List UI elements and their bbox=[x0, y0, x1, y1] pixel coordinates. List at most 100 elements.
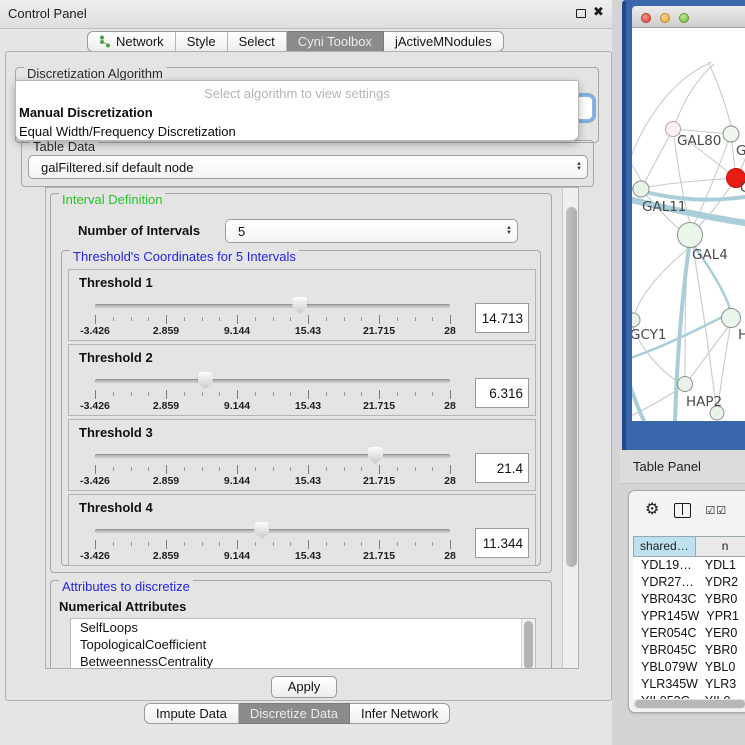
slider-track[interactable] bbox=[95, 454, 450, 458]
tab-cyni-toolbox[interactable]: Cyni Toolbox bbox=[287, 31, 384, 52]
scale-tick-label: 2.859 bbox=[153, 325, 179, 337]
network-node-label: GAL11 bbox=[642, 199, 686, 215]
apply-button[interactable]: Apply bbox=[271, 676, 337, 698]
slider-scale-labels: -3.4262.8599.14415.4321.71528 bbox=[95, 400, 450, 412]
threshold-slider[interactable]: -3.4262.8599.14415.4321.71528 bbox=[69, 521, 469, 565]
threshold-value-input[interactable] bbox=[475, 303, 529, 333]
network-canvas[interactable]: GAL80GACGAL11GAL4GCY1HHAP2 bbox=[632, 28, 745, 421]
threshold-panel: Threshold 3 -3.4262.8599.14415.4321.7152… bbox=[68, 419, 536, 491]
threshold-label: Threshold 1 bbox=[79, 275, 153, 290]
threshold-value-input[interactable] bbox=[475, 453, 529, 483]
slider-thumb[interactable] bbox=[292, 297, 307, 314]
close-icon[interactable]: ✖ bbox=[593, 4, 604, 20]
close-traffic-light-icon[interactable] bbox=[641, 13, 651, 23]
network-view-window: GAL80GACGAL11GAL4GCY1HHAP2 bbox=[622, 0, 745, 450]
stepper-arrows-icon: ▲▼ bbox=[501, 226, 517, 236]
table-column-header[interactable]: shared… bbox=[633, 536, 696, 557]
slider-track[interactable] bbox=[95, 529, 450, 533]
table-data-combobox[interactable]: galFiltered.sif default node ▲▼ bbox=[28, 155, 588, 179]
float-window-icon[interactable] bbox=[576, 9, 586, 18]
number-of-intervals-combobox[interactable]: 5 ▲▼ bbox=[225, 219, 518, 243]
attributes-list-scrollbar[interactable] bbox=[521, 619, 535, 669]
tab-network[interactable]: Network bbox=[87, 31, 176, 52]
attribute-list-item[interactable]: SelfLoops bbox=[71, 619, 535, 636]
tab-impute-data[interactable]: Impute Data bbox=[144, 703, 239, 724]
table-cell: YBR0 bbox=[698, 591, 745, 608]
gear-icon[interactable]: ⚙ bbox=[645, 500, 659, 520]
table-column-header[interactable]: n bbox=[696, 536, 745, 557]
scale-tick-label: -3.426 bbox=[80, 475, 110, 487]
table-row[interactable]: YLR345WYLR3 bbox=[633, 676, 745, 693]
slider-ticks bbox=[95, 314, 450, 324]
table-cell: YPR1 bbox=[699, 608, 745, 625]
slider-track[interactable] bbox=[95, 304, 450, 308]
scale-tick-label: 21.715 bbox=[363, 400, 395, 412]
zoom-traffic-light-icon[interactable] bbox=[679, 13, 689, 23]
table-row[interactable]: YBR045CYBR0 bbox=[633, 642, 745, 659]
network-node-gal11[interactable] bbox=[633, 181, 649, 197]
network-node-h[interactable] bbox=[722, 309, 741, 328]
table-cell: YDL19… bbox=[633, 557, 698, 574]
table-cell: YBR045C bbox=[633, 642, 698, 659]
table-row[interactable]: YBL079WYBL0 bbox=[633, 659, 745, 676]
minimize-traffic-light-icon[interactable] bbox=[660, 13, 670, 23]
network-node-label: GA bbox=[736, 143, 745, 159]
table-row[interactable]: YPR145WYPR1 bbox=[633, 608, 745, 625]
scale-tick-label: 21.715 bbox=[363, 550, 395, 562]
number-of-intervals-label: Number of Intervals bbox=[78, 223, 200, 238]
slider-thumb[interactable] bbox=[368, 447, 383, 464]
threshold-slider[interactable]: -3.4262.8599.14415.4321.71528 bbox=[69, 446, 469, 490]
threshold-value-input[interactable] bbox=[475, 378, 529, 408]
attribute-list-item[interactable]: BetweennessCentrality bbox=[71, 653, 535, 669]
algorithm-menu-item[interactable]: Equal Width/Frequency Discretization bbox=[16, 122, 578, 141]
algorithm-popup-placeholder: Select algorithm to view settings bbox=[16, 84, 578, 103]
settings-vertical-scrollbar[interactable] bbox=[562, 188, 578, 668]
table-row[interactable]: YBR043CYBR0 bbox=[633, 591, 745, 608]
network-node-label: HAP2 bbox=[686, 394, 722, 410]
scale-tick-label: 9.144 bbox=[224, 400, 250, 412]
slider-track[interactable] bbox=[95, 379, 450, 383]
threshold-slider[interactable]: -3.4262.8599.14415.4321.71528 bbox=[69, 371, 469, 415]
thresholds-group-label: Threshold's Coordinates for 5 Intervals bbox=[70, 249, 299, 264]
threshold-slider[interactable]: -3.4262.8599.14415.4321.71528 bbox=[69, 296, 469, 340]
discretization-algorithm-label: Discretization Algorithm bbox=[24, 66, 166, 81]
table-cell: YDL1 bbox=[698, 557, 745, 574]
split-columns-icon[interactable] bbox=[674, 503, 691, 518]
tab-label: Impute Data bbox=[156, 704, 227, 723]
tab-infer-network[interactable]: Infer Network bbox=[350, 703, 450, 724]
algorithm-menu-item[interactable]: Manual Discretization bbox=[16, 103, 578, 122]
tab-select[interactable]: Select bbox=[228, 31, 287, 52]
table-row[interactable]: YER054CYER0 bbox=[633, 625, 745, 642]
network-node-ga[interactable] bbox=[723, 126, 739, 142]
table-panel-card: ⚙ ☑☑ shared…n YDL19…YDL1YDR27…YDR2YBR043… bbox=[628, 490, 745, 713]
slider-thumb[interactable] bbox=[254, 522, 269, 539]
control-panel-tabbar: NetworkStyleSelect Cyni Toolbox jActiveMNo… bbox=[87, 31, 504, 52]
scale-tick-label: 28 bbox=[444, 325, 456, 337]
slider-thumb[interactable] bbox=[198, 372, 213, 389]
attribute-list-item[interactable]: TopologicalCoefficient bbox=[71, 636, 535, 653]
table-horizontal-scrollbar[interactable] bbox=[633, 699, 745, 709]
threshold-panel: Threshold 4 -3.4262.8599.14415.4321.7152… bbox=[68, 494, 536, 566]
table-panel-title: Table Panel bbox=[633, 450, 701, 483]
settings-scrollpane: Interval Definition Number of Intervals … bbox=[45, 187, 579, 669]
tab-style[interactable]: Style bbox=[176, 31, 228, 52]
network-node-gal4[interactable] bbox=[678, 223, 703, 248]
network-window-titlebar[interactable] bbox=[632, 6, 745, 28]
threshold-panel: Threshold 1 -3.4262.8599.14415.4321.7152… bbox=[68, 269, 536, 341]
network-node-gcy1[interactable] bbox=[632, 313, 640, 327]
tab-label: Cyni Toolbox bbox=[298, 32, 372, 51]
table-data-label: Table Data bbox=[30, 139, 98, 154]
table-cell: YDR27… bbox=[633, 574, 698, 591]
network-node-hap2[interactable] bbox=[678, 377, 693, 392]
tab-label: jActiveMNodules bbox=[395, 32, 492, 51]
table-cell: YPR145W bbox=[633, 608, 699, 625]
table-cell: YBR0 bbox=[698, 642, 745, 659]
threshold-label: Threshold 2 bbox=[79, 350, 153, 365]
table-row[interactable]: YDL19…YDL1 bbox=[633, 557, 745, 574]
table-row[interactable]: YDR27…YDR2 bbox=[633, 574, 745, 591]
tab-jactivemnodules[interactable]: jActiveMNodules bbox=[384, 31, 504, 52]
tab-discretize-data[interactable]: Discretize Data bbox=[239, 703, 350, 724]
table-toolbar: ⚙ ☑☑ bbox=[629, 497, 745, 523]
checkbox-filter-icons[interactable]: ☑☑ bbox=[705, 504, 727, 517]
threshold-value-input[interactable] bbox=[475, 528, 529, 558]
